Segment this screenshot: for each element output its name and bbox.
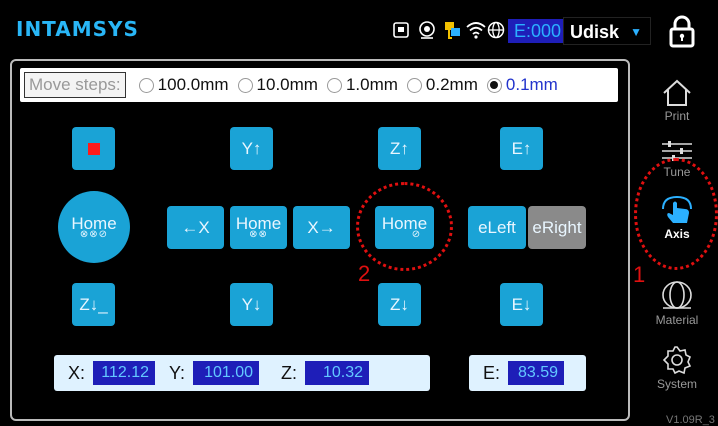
z-down-fast-button[interactable]: Z↓_ — [72, 283, 115, 326]
highlight-circle-home-z — [356, 182, 453, 271]
firmware-version: V1.09R_3 — [666, 414, 715, 426]
step-option-0-2mm[interactable]: 0.2mm — [406, 75, 478, 95]
brand-logo: INTAMSYS — [16, 17, 139, 41]
wifi-icon — [466, 20, 486, 40]
step-option-0-1mm[interactable]: 0.1mm — [486, 75, 558, 95]
ethernet-icon — [442, 20, 462, 40]
chevron-down-icon: ▼ — [630, 25, 642, 39]
annotation-number-2: 2 — [358, 261, 371, 286]
lock-icon[interactable] — [666, 14, 698, 48]
xyz-position-readout: X: 112.12 Y: 101.00 Z: 10.32 — [54, 355, 430, 391]
e-up-button[interactable]: E↑ — [500, 127, 543, 170]
move-steps-label: Move steps: — [24, 72, 126, 98]
globe-icon — [486, 20, 506, 40]
x-position-value: 112.12 — [93, 361, 156, 385]
sidebar-item-system[interactable]: System — [636, 345, 718, 391]
home-axes-xy-icon: ⊗⊗ — [249, 229, 268, 240]
z-up-button[interactable]: Z↑ — [378, 127, 421, 170]
webcam-icon — [417, 20, 437, 40]
step-option-100mm[interactable]: 100.0mm — [138, 75, 229, 95]
axis-control-panel: Move steps: 100.0mm 10.0mm 1.0mm 0.2mm 0… — [10, 59, 630, 421]
y-down-button[interactable]: Y↓ — [230, 283, 273, 326]
home-icon — [663, 79, 691, 106]
radio-selected-icon — [486, 77, 502, 93]
storage-select-value: Udisk — [570, 22, 620, 42]
annotation-number-1: 1 — [633, 262, 646, 287]
e-right-button[interactable]: eRight — [528, 206, 586, 249]
z-position-value: 10.32 — [305, 361, 370, 385]
e-position-readout: E: 83.59 — [469, 355, 586, 391]
home-axes-xyz-icon: ⊗⊗⊘ — [79, 228, 109, 240]
y-position-value: 101.00 — [193, 361, 260, 385]
stop-button[interactable] — [72, 127, 115, 170]
move-steps-bar: Move steps: 100.0mm 10.0mm 1.0mm 0.2mm 0… — [20, 68, 618, 102]
highlight-circle-axis — [634, 158, 718, 270]
sidebar-item-print[interactable]: Print — [636, 79, 718, 123]
gear-icon — [662, 346, 692, 375]
step-option-1mm[interactable]: 1.0mm — [326, 75, 398, 95]
radio-icon — [326, 77, 342, 93]
y-up-button[interactable]: Y↑ — [230, 127, 273, 170]
stop-icon — [87, 142, 100, 155]
x-left-button[interactable]: ←X — [167, 206, 224, 249]
radio-icon — [406, 77, 422, 93]
e-down-button[interactable]: E↓ — [500, 283, 543, 326]
radio-icon — [237, 77, 253, 93]
sidebar-item-material[interactable]: Material — [636, 279, 718, 327]
status-bar: INTAMSYS E:000 Udisk ▼ — [0, 0, 718, 57]
home-xy-button[interactable]: Home ⊗⊗ — [230, 206, 287, 249]
e-left-button[interactable]: eLeft — [468, 206, 526, 249]
extruder-counter: E:000 — [508, 19, 568, 43]
e-position-value: 83.59 — [508, 361, 565, 385]
storage-select[interactable]: Udisk ▼ — [563, 17, 651, 45]
z-down-button[interactable]: Z↓ — [378, 283, 421, 326]
x-right-button[interactable]: X→ — [293, 206, 350, 249]
radio-icon — [138, 77, 154, 93]
home-all-button[interactable]: Home ⊗⊗⊘ — [58, 191, 130, 263]
step-option-10mm[interactable]: 10.0mm — [237, 75, 318, 95]
sd-card-icon — [391, 20, 411, 40]
filament-icon — [662, 281, 692, 309]
